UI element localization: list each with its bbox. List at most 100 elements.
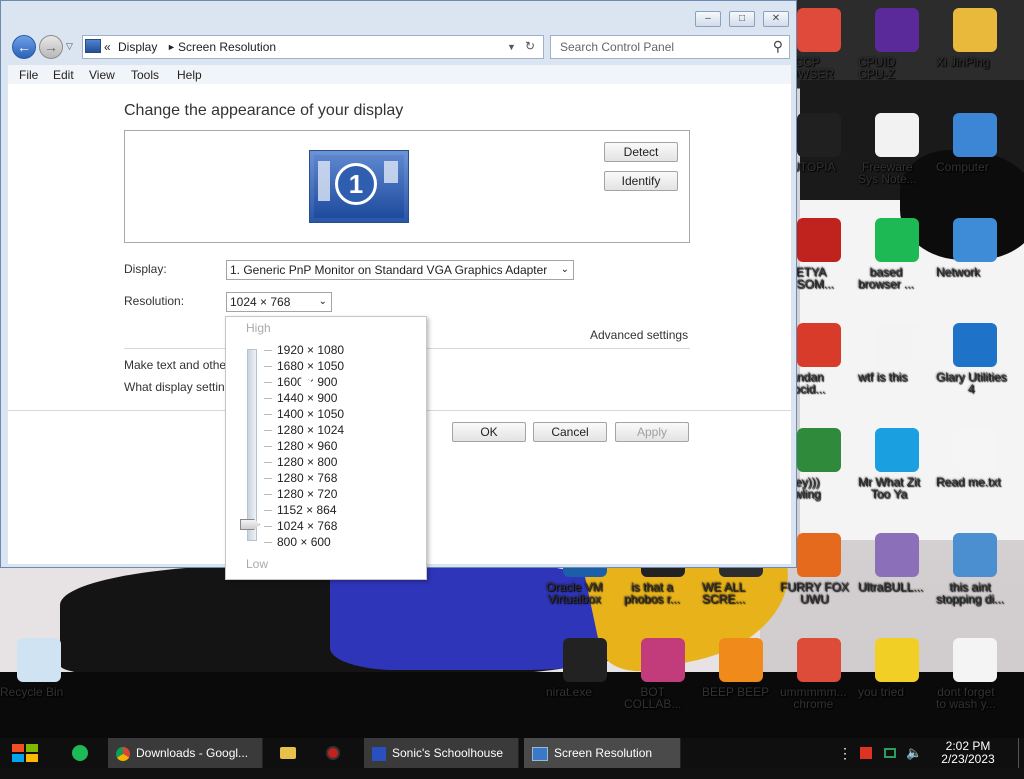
desktop-icon-label: Xi JinPing (936, 55, 990, 69)
monitor-1-icon[interactable]: 1 (309, 150, 409, 223)
folder-taskbar-icon[interactable] (280, 738, 300, 768)
resolution-select[interactable]: 1024 × 768 ⌄ (226, 292, 332, 312)
search-input[interactable]: Search Control Panel (560, 40, 674, 54)
tray-overflow-icon[interactable]: ⋮ (838, 738, 852, 768)
desktop-icon-label: FURRY FOX UWU (780, 580, 849, 606)
desktop-icon-label: Computer (936, 160, 989, 174)
recent-pages-chevron-icon[interactable]: ▽ (66, 41, 73, 52)
display-select[interactable]: 1. Generic PnP Monitor on Standard VGA G… (226, 260, 574, 280)
back-button[interactable]: ← (12, 35, 36, 59)
desktop-icon-label: Oracle VM Virtualbox (546, 580, 603, 606)
desktop-icon[interactable]: Mr What Zit Too Ya (858, 428, 936, 500)
resolution-option[interactable]: 1280 × 960 (277, 439, 337, 453)
search-box[interactable]: Search Control Panel ⚲ (550, 35, 790, 59)
desktop-icon[interactable]: based browser ... (858, 218, 936, 290)
desktop-icon[interactable]: Glary Utilities 4 (936, 323, 1014, 395)
desktop-icon-label: CPUID CPU-Z (858, 55, 896, 81)
resolution-option[interactable]: 1680 × 1050 (277, 359, 344, 373)
desktop-icon-label: WE ALL SCRE... (702, 580, 746, 606)
apply-button[interactable]: Apply (615, 422, 689, 442)
desktop-icon[interactable]: wtf is this (858, 323, 936, 383)
recorder-taskbar-icon[interactable] (326, 738, 346, 768)
slider-low-label: Low (246, 557, 269, 571)
display-settings-help-link[interactable]: What display settin (124, 380, 225, 394)
desktop-icon-label: BOT COLLAB... (624, 685, 682, 711)
cancel-button[interactable]: Cancel (533, 422, 607, 442)
resolution-dropdown[interactable]: High 1920 × 1080 1680 × 1050 1600 × 900 144… (225, 316, 427, 580)
refresh-icon[interactable]: ↻ (525, 39, 535, 53)
resolution-slider-track[interactable] (247, 349, 257, 541)
breadcrumb-screen-resolution[interactable]: Screen Resolution (178, 40, 276, 54)
desktop-icon-label: nirat.exe (546, 685, 593, 699)
menu-tools[interactable]: Tools (131, 68, 159, 82)
desktop-icon-image (797, 323, 841, 367)
title-bar[interactable]: – □ ✕ (1, 1, 798, 33)
resolution-option[interactable]: 1400 × 1050 (277, 407, 344, 421)
taskbar-screen-resolution[interactable]: Screen Resolution (524, 738, 681, 768)
desktop-icon[interactable]: Recycle Bin (0, 638, 78, 698)
desktop-icon[interactable]: nirat.exe (546, 638, 624, 698)
resolution-option[interactable]: 1440 × 900 (277, 391, 337, 405)
desktop-icon[interactable]: BEEP BEEP (702, 638, 780, 698)
desktop-icon[interactable]: Freeware Sys Note... (858, 113, 936, 185)
minimize-button[interactable]: – (695, 11, 721, 27)
desktop-icon[interactable]: BOT COLLAB... (624, 638, 702, 710)
menu-view[interactable]: View (89, 68, 115, 82)
close-button[interactable]: ✕ (763, 11, 789, 27)
detect-button[interactable]: Detect (604, 142, 678, 162)
clock[interactable]: 2:02 PM 2/23/2023 (936, 738, 1000, 770)
show-desktop-button[interactable] (1018, 738, 1024, 768)
desktop-icon[interactable]: Network (936, 218, 1014, 278)
desktop-icon[interactable]: CPUID CPU-Z (858, 8, 936, 80)
slider-tick (264, 398, 272, 399)
desktop-icon[interactable]: UltraBULL... (858, 533, 936, 593)
resolution-option[interactable]: 1280 × 720 (277, 487, 337, 501)
menu-help[interactable]: Help (177, 68, 202, 82)
search-icon[interactable]: ⚲ (773, 38, 783, 55)
spotify-taskbar-icon[interactable] (72, 738, 92, 768)
desktop-icon[interactable]: you tried (858, 638, 936, 698)
taskbar-chrome-downloads[interactable]: Downloads - Googl... (108, 738, 263, 768)
resolution-option[interactable]: 1280 × 768 (277, 471, 337, 485)
start-button[interactable] (10, 738, 44, 768)
address-dropdown-icon[interactable]: ▼ (507, 42, 516, 52)
advanced-settings-link[interactable]: Advanced settings (590, 328, 688, 342)
desktop-icon-label: UltraBULL... (858, 580, 924, 594)
resolution-option[interactable]: 1024 × 768 (277, 519, 337, 533)
maximize-button[interactable]: □ (729, 11, 755, 27)
menu-file[interactable]: File (19, 68, 38, 82)
desktop-icon-image (953, 428, 997, 472)
volume-tray-icon[interactable]: 🔈 (906, 738, 922, 768)
resolution-select-value: 1024 × 768 (230, 295, 291, 309)
slider-tick (264, 462, 272, 463)
resolution-option[interactable]: 1920 × 1080 (277, 343, 344, 357)
make-text-larger-link[interactable]: Make text and othe (124, 358, 226, 372)
desktop-icon[interactable]: Read me.txt (936, 428, 1014, 488)
desktop-icon[interactable]: dont forget to wash y... (936, 638, 1014, 710)
network-tray-icon[interactable] (884, 738, 900, 768)
resolution-option[interactable]: 1152 × 864 (277, 503, 337, 517)
forward-button[interactable]: → (39, 35, 63, 59)
taskbar-task-label: Screen Resolution (554, 746, 653, 760)
resolution-option[interactable]: 1280 × 1024 (277, 423, 344, 437)
ok-button[interactable]: OK (452, 422, 526, 442)
desktop-icon-label: this aint stopping di... (936, 580, 1005, 606)
desktop-icon[interactable]: this aint stopping di... (936, 533, 1014, 605)
slider-tick (264, 542, 272, 543)
desktop-icon[interactable]: ummmmm... chrome (780, 638, 858, 710)
taskbar-sonic-schoolhouse[interactable]: Sonic's Schoolhouse (364, 738, 519, 768)
resolution-option[interactable]: 1280 × 800 (277, 455, 337, 469)
resolution-slider-thumb[interactable] (240, 519, 260, 530)
flag-tray-icon[interactable] (860, 738, 876, 768)
desktop-icon[interactable]: Xi JinPing (936, 8, 1014, 68)
page-title: Change the appearance of your display (124, 102, 404, 119)
slider-tick (264, 526, 272, 527)
menu-edit[interactable]: Edit (53, 68, 74, 82)
display-select-value: 1. Generic PnP Monitor on Standard VGA G… (230, 263, 548, 277)
breadcrumb-display[interactable]: Display (118, 40, 157, 54)
resolution-option[interactable]: 800 × 600 (277, 535, 331, 549)
slider-tick (264, 446, 272, 447)
identify-button[interactable]: Identify (604, 171, 678, 191)
desktop-icon[interactable]: Computer (936, 113, 1014, 173)
address-bar[interactable]: « Display ► Screen Resolution ▼ ↻ (82, 35, 544, 59)
